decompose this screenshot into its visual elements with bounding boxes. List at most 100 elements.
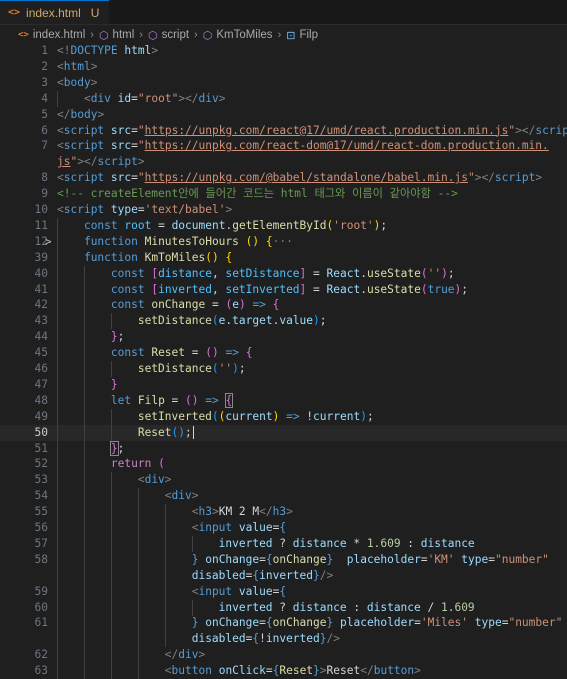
- code-text: const Reset = () => {: [110, 346, 253, 360]
- code-line[interactable]: 59 <input value={: [0, 583, 567, 600]
- code-text: function KmToMiles() {: [83, 250, 233, 264]
- breadcrumb-item-kmtomiles[interactable]: KmToMiles: [216, 29, 272, 41]
- line-number: 56: [34, 521, 48, 534]
- code-text: return (: [110, 457, 165, 471]
- code-text: } onChange={onChange} placeholder='KM' t…: [191, 552, 549, 566]
- code-text: <!DOCTYPE html>: [57, 44, 159, 57]
- code-line[interactable]: 12 > function MinutesToHours () {···: [0, 233, 567, 250]
- code-line[interactable]: 49 setInverted((current) => !current);: [0, 408, 567, 425]
- line-number: 52: [34, 457, 48, 471]
- line-number: 5: [41, 107, 48, 121]
- code-line[interactable]: 51 };: [0, 440, 567, 457]
- code-text: Reset();: [137, 425, 194, 440]
- code-text: js"></script>: [57, 155, 145, 169]
- cube-icon: ⬡: [98, 29, 109, 42]
- line-number: 47: [34, 377, 48, 391]
- code-line[interactable]: 44 };: [0, 329, 567, 346]
- line-number: 55: [34, 505, 48, 519]
- code-line[interactable]: 3 <body>: [0, 75, 567, 91]
- code-line[interactable]: 8 <script src="https://unpkg.com/@babel/s…: [0, 170, 567, 186]
- line-number: 42: [34, 298, 48, 312]
- cube-icon: ⬡: [202, 29, 213, 42]
- code-text: <!-- createElement안에 들어간 코드는 html 태그와 이름…: [57, 187, 458, 201]
- line-number: 8: [41, 171, 48, 185]
- line-number: 6: [41, 123, 48, 137]
- code-text: inverted ? distance * 1.609 : distance: [218, 536, 475, 550]
- line-number: 45: [34, 346, 48, 360]
- cube-icon: ⬡: [147, 29, 158, 42]
- code-text: disabled={!inverted}/>: [191, 632, 340, 646]
- code-line[interactable]: 11 const root = document.getElementById(…: [0, 217, 567, 234]
- code-line[interactable]: 46 setDistance('');: [0, 361, 567, 377]
- code-editor[interactable]: 1 <!DOCTYPE html> 2 <html> 3 <body> 4 <div id=…: [0, 43, 567, 679]
- code-line[interactable]: 2 <html>: [0, 59, 567, 75]
- code-line[interactable]: 60 inverted ? distance : distance / 1.60…: [0, 599, 567, 616]
- code-line[interactable]: 4 <div id="root"></div>: [0, 90, 567, 107]
- line-number: 12: [34, 234, 48, 248]
- code-line[interactable]: 54 <div>: [0, 488, 567, 505]
- code-line[interactable]: disabled={inverted}/>: [0, 567, 567, 584]
- code-line[interactable]: 41 const [inverted, setInverted] = React…: [0, 281, 567, 298]
- code-text: </div>: [164, 648, 206, 662]
- code-line[interactable]: 1 <!DOCTYPE html>: [0, 43, 567, 59]
- line-number: 46: [34, 362, 48, 375]
- code-line[interactable]: 43 setDistance(e.target.value);: [0, 313, 567, 330]
- chevron-right-icon: ›: [194, 29, 198, 41]
- code-line[interactable]: 39 function KmToMiles() {: [0, 249, 567, 266]
- code-text: <script src="https://unpkg.com/react-dom…: [57, 139, 549, 153]
- breadcrumb-item-filp[interactable]: Filp: [299, 29, 318, 41]
- line-number: 3: [41, 75, 48, 89]
- tab-filename: index.html: [26, 5, 81, 20]
- editor-tab-bar: <> index.html U: [0, 0, 567, 25]
- code-line[interactable]: 61 } onChange={onChange} placeholder='Mi…: [0, 615, 567, 632]
- line-number: 2: [41, 59, 48, 73]
- code-line[interactable]: 47 }: [0, 376, 567, 393]
- code-line[interactable]: 5 </body>: [0, 107, 567, 123]
- code-text: setDistance(e.target.value);: [137, 314, 327, 328]
- code-text: const [distance, setDistance] = React.us…: [110, 266, 455, 280]
- code-line[interactable]: 7 <script src="https://unpkg.com/react-do…: [0, 138, 567, 154]
- code-text: const root = document.getElementById('ro…: [83, 218, 388, 232]
- code-text: <div>: [164, 489, 199, 503]
- breadcrumb-item-html[interactable]: html: [113, 29, 135, 41]
- chevron-right-icon: ›: [277, 29, 282, 41]
- code-line[interactable]: 55 <h3>KM 2 M</h3>: [0, 504, 567, 521]
- breadcrumb-item-script[interactable]: script: [162, 29, 189, 41]
- tab-index-html[interactable]: <> index.html U: [0, 0, 110, 24]
- code-line[interactable]: 6 <script src="https://unpkg.com/react@17…: [0, 123, 567, 139]
- code-line[interactable]: 56 <input value={: [0, 520, 567, 536]
- code-text: setDistance('');: [137, 362, 246, 375]
- code-line[interactable]: js"></script>: [0, 154, 567, 170]
- line-number: 43: [34, 314, 48, 328]
- breadcrumb-item-file[interactable]: index.html: [33, 29, 85, 41]
- code-line[interactable]: 9 <!-- createElement안에 들어간 코드는 html 태그와 이…: [0, 186, 567, 202]
- fold-chevron-icon[interactable]: >: [45, 234, 52, 250]
- line-number: 49: [34, 409, 48, 423]
- code-text: };: [110, 330, 125, 344]
- html-file-icon: <>: [8, 7, 21, 18]
- code-line[interactable]: 10 <script type='text/babel'>: [0, 202, 567, 218]
- code-text: }: [110, 377, 118, 391]
- code-line[interactable]: 53 <div>: [0, 472, 567, 489]
- code-text: <script type='text/babel'>: [57, 203, 233, 216]
- line-number: 40: [34, 266, 48, 280]
- code-line[interactable]: 50 Reset();: [0, 424, 567, 441]
- code-line[interactable]: 57 inverted ? distance * 1.609 : distanc…: [0, 535, 567, 552]
- code-line[interactable]: 62 </div>: [0, 647, 567, 664]
- code-line[interactable]: disabled={!inverted}/>: [0, 631, 567, 648]
- code-line[interactable]: 48 let Filp = () => {: [0, 392, 567, 409]
- code-line[interactable]: 45 const Reset = () => {: [0, 345, 567, 362]
- line-number: 59: [34, 584, 48, 598]
- code-line[interactable]: 58 } onChange={onChange} placeholder='KM…: [0, 551, 567, 568]
- line-number: 1: [41, 44, 48, 57]
- line-number: 57: [34, 536, 48, 550]
- code-line[interactable]: 52 return (: [0, 456, 567, 473]
- code-line[interactable]: 42 const onChange = (e) => {: [0, 297, 567, 314]
- line-number: 11: [34, 218, 48, 232]
- code-line[interactable]: 40 const [distance, setDistance] = React…: [0, 265, 567, 282]
- code-text: <html>: [57, 59, 98, 73]
- breadcrumb: <> index.html › ⬡ html › ⬡ script › ⬡ Km…: [0, 25, 567, 45]
- line-number: 4: [41, 91, 48, 105]
- code-text: <h3>KM 2 M</h3>: [191, 505, 293, 519]
- html-file-icon: <>: [18, 30, 29, 40]
